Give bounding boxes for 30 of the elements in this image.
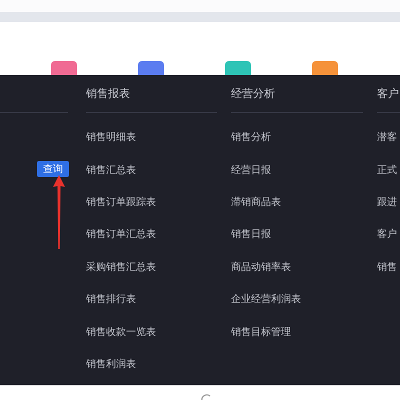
menu-item[interactable]: 滞销商品表 bbox=[231, 186, 377, 218]
menu-item[interactable]: 采购销售汇总表 bbox=[86, 250, 231, 283]
menu-item[interactable]: 销售日报 bbox=[231, 218, 377, 251]
menu-item[interactable]: 销售收款一览表 bbox=[86, 315, 231, 348]
app-icon[interactable] bbox=[51, 61, 77, 75]
app-icon[interactable] bbox=[312, 61, 338, 75]
menu-item[interactable]: 销售利润表 bbox=[86, 348, 231, 380]
menu-item[interactable]: 潜客 bbox=[377, 121, 400, 154]
menu-column-title: 销售报表 bbox=[86, 86, 130, 101]
app-icon[interactable] bbox=[225, 61, 251, 75]
menu-item[interactable]: 销售分析 bbox=[231, 121, 377, 154]
menu-item[interactable]: 销售汇总表 bbox=[86, 153, 231, 186]
menu-column-title: 客户 bbox=[377, 86, 399, 101]
menu-item[interactable]: 销售订单汇总表 bbox=[86, 218, 231, 251]
menu-item[interactable]: 销售排行表 bbox=[86, 282, 231, 316]
arrow-icon bbox=[52, 175, 66, 249]
menu-item[interactable]: 销售 bbox=[377, 250, 400, 283]
menu-column-title: 经营分析 bbox=[231, 86, 275, 101]
menu-item[interactable]: 跟进 bbox=[377, 186, 400, 218]
menu-item[interactable]: 销售明细表 bbox=[86, 121, 231, 154]
app-icon[interactable] bbox=[138, 61, 164, 75]
menu-item[interactable]: 企业经营利润表 bbox=[231, 282, 377, 316]
menu-item[interactable]: 销售目标管理 bbox=[231, 315, 377, 348]
query-button[interactable]: 查询 bbox=[37, 161, 69, 177]
menu-item[interactable]: 客户 bbox=[377, 218, 400, 251]
menu-item[interactable]: 正式 bbox=[377, 153, 400, 186]
menu-item[interactable]: 经营日报 bbox=[231, 153, 377, 186]
refresh-icon[interactable] bbox=[200, 391, 212, 400]
menu-item[interactable]: 商品动销率表 bbox=[231, 250, 377, 283]
menu-item[interactable]: 销售订单跟踪表 bbox=[86, 186, 231, 218]
